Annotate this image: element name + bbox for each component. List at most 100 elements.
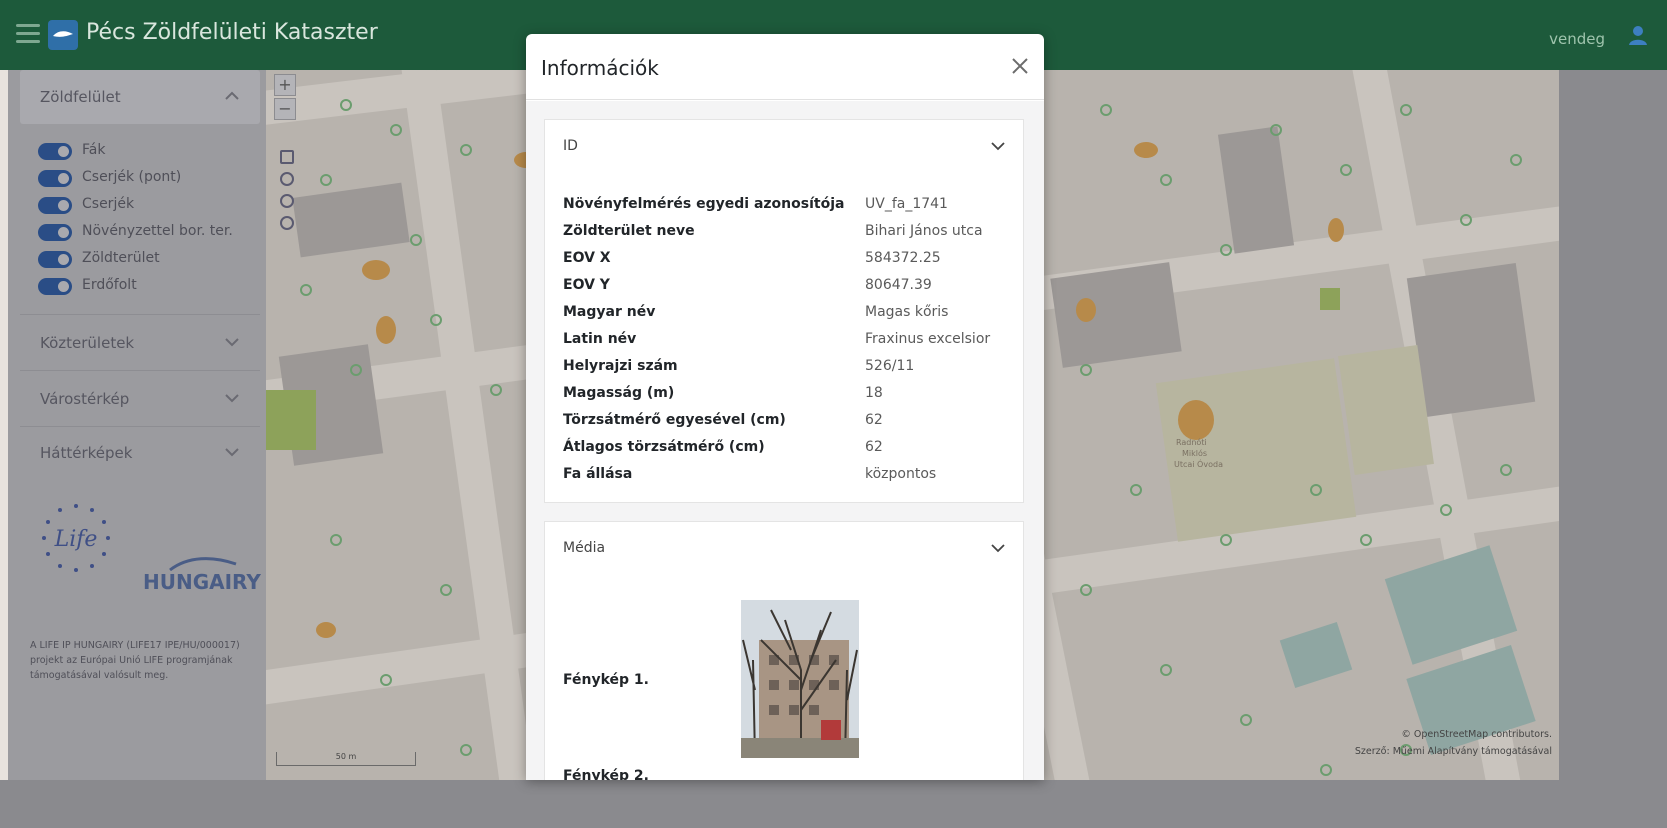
attribute-key: Törzsátmérő egyesével (cm) [563, 412, 786, 428]
attribute-row: Magasság (m) 18 [563, 385, 1013, 412]
photo-label: Fénykép 2. [563, 768, 649, 780]
info-modal: Információk ID Növényfelmérés egyedi azo… [526, 34, 1044, 780]
app-title: Pécs Zöldfelületi Kataszter [86, 20, 378, 45]
attribute-key: Magyar név [563, 304, 656, 320]
zoom-in-button[interactable]: + [274, 74, 296, 96]
window-bottom-edge [0, 780, 1667, 828]
layer-sidebar: Zöldfelület Fák Cserjék (pont) Cserjék N… [8, 70, 266, 828]
chevron-down-icon [991, 544, 1005, 553]
zoom-controls: + − [274, 74, 298, 122]
layer-label: Fák [82, 142, 106, 158]
attribute-row: Latin név Fraxinus excelsior [563, 331, 1013, 358]
attribute-value: 62 [865, 412, 883, 428]
svg-text:Life: Life [54, 527, 98, 552]
layer-label: Zöldterület [82, 250, 160, 266]
map-edge [1559, 70, 1667, 828]
modal-title: Információk [541, 56, 659, 80]
toggle-switch[interactable] [38, 278, 72, 295]
map-scale: 50 m [276, 752, 416, 766]
divider [20, 370, 260, 371]
user-name[interactable]: vendeg [1549, 30, 1605, 48]
attribute-key: Helyrajzi szám [563, 358, 678, 374]
chevron-down-icon [225, 448, 239, 457]
attribute-value: 526/11 [865, 358, 915, 374]
app-logo-icon [48, 20, 78, 50]
modal-body: ID Növényfelmérés egyedi azonosítója UV_f… [526, 101, 1044, 780]
attribute-row: Növényfelmérés egyedi azonosítója UV_fa_1… [563, 196, 1013, 223]
attribute-row: Magyar név Magas kőris [563, 304, 1013, 331]
toggle-switch[interactable] [38, 143, 72, 160]
toggle-switch[interactable] [38, 224, 72, 241]
section-label: Zöldfelület [40, 88, 121, 106]
fullscreen-icon[interactable] [280, 150, 294, 164]
close-icon[interactable] [1010, 56, 1030, 76]
attribute-value: Bihari János utca [865, 223, 983, 239]
attribute-value: Fraxinus excelsior [865, 331, 991, 347]
life-logo: Life [42, 504, 110, 572]
section-zoldfelulet[interactable]: Zöldfelület [20, 70, 260, 124]
attribute-row: Zöldterület neve Bihari János utca [563, 223, 1013, 250]
info-icon[interactable] [280, 216, 294, 230]
layer-label: Növényzettel bor. ter. [82, 223, 233, 239]
attribute-row: EOV X 584372.25 [563, 250, 1013, 277]
tree-photo[interactable] [741, 600, 859, 758]
attribute-row: Törzsátmérő egyesével (cm) 62 [563, 412, 1013, 439]
section-kozteruletek[interactable]: Közterületek [20, 316, 260, 370]
attribute-row: Átlagos törzsátmérő (cm) 62 [563, 439, 1013, 466]
user-icon[interactable] [1627, 24, 1649, 46]
chevron-up-icon [225, 91, 239, 100]
section-hatterkepek[interactable]: Háttérképek [20, 426, 260, 480]
section-varosterkep[interactable]: Várostérkép [20, 372, 260, 426]
svg-text:Miklós: Miklós [1182, 448, 1207, 458]
attribute-row: Fa állása központos [563, 466, 1013, 493]
layer-label: Cserjék [82, 196, 135, 212]
chevron-down-icon [225, 338, 239, 347]
toggle-switch[interactable] [38, 170, 72, 187]
funding-note: A LIFE IP HUNGAIRY (LIFE17 IPE/HU/000017… [30, 640, 240, 681]
divider [20, 314, 260, 315]
accordion-header-id[interactable]: ID [545, 120, 1025, 170]
zoom-out-button[interactable]: − [274, 98, 296, 120]
help-icon[interactable] [280, 194, 294, 208]
attribute-key: Növényfelmérés egyedi azonosítója [563, 196, 845, 212]
section-label: Közterületek [40, 334, 135, 352]
toggle-switch[interactable] [38, 197, 72, 214]
section-label: Háttérképek [40, 444, 133, 462]
attribute-row: EOV Y 80647.39 [563, 277, 1013, 304]
attribute-value: 80647.39 [865, 277, 932, 293]
layer-label: Erdőfolt [82, 277, 137, 293]
attribute-value: Magas kőris [865, 304, 949, 320]
attribute-row: Helyrajzi szám 526/11 [563, 358, 1013, 385]
attribute-table: Növényfelmérés egyedi azonosítója UV_fa_1… [563, 196, 1013, 493]
chevron-down-icon [991, 142, 1005, 151]
attribute-value: 18 [865, 385, 883, 401]
accordion-label: ID [563, 138, 578, 154]
map-tool-icons [280, 150, 296, 238]
attribute-key: Magasság (m) [563, 385, 675, 401]
section-label: Várostérkép [40, 390, 130, 408]
accordion-header-media[interactable]: Média [545, 522, 1025, 572]
svg-text:Radnóti: Radnóti [1176, 437, 1207, 447]
attribute-key: Átlagos törzsátmérő (cm) [563, 439, 765, 455]
accordion-label: Média [563, 540, 606, 556]
layer-label: Cserjék (pont) [82, 169, 182, 185]
location-pin-icon[interactable] [280, 172, 294, 186]
photo-label: Fénykép 1. [563, 672, 649, 688]
hungairy-logo: HUNGAIRY [143, 570, 261, 594]
svg-text:Utcai Óvoda: Utcai Óvoda [1174, 458, 1223, 469]
attribute-key: EOV Y [563, 277, 610, 293]
attribute-value: központos [865, 466, 937, 482]
attribute-value: 584372.25 [865, 250, 941, 266]
toggle-switch[interactable] [38, 251, 72, 268]
modal-header: Információk [526, 34, 1044, 100]
attribute-key: EOV X [563, 250, 611, 266]
attribute-key: Fa állása [563, 466, 633, 482]
attribute-key: Latin név [563, 331, 637, 347]
attribution-line[interactable]: © OpenStreetMap contributors. [1268, 726, 1552, 743]
attribute-value: 62 [865, 439, 883, 455]
attribute-key: Zöldterület neve [563, 223, 695, 239]
accordion-id: ID Növényfelmérés egyedi azonosítója UV_f… [544, 119, 1024, 503]
menu-icon[interactable] [16, 24, 40, 44]
accordion-media: Média Fénykép 1. Fénykép 2. [544, 521, 1024, 780]
attribution-line: Szerző: Műemi Alapítvány támogatásával [1354, 746, 1552, 757]
